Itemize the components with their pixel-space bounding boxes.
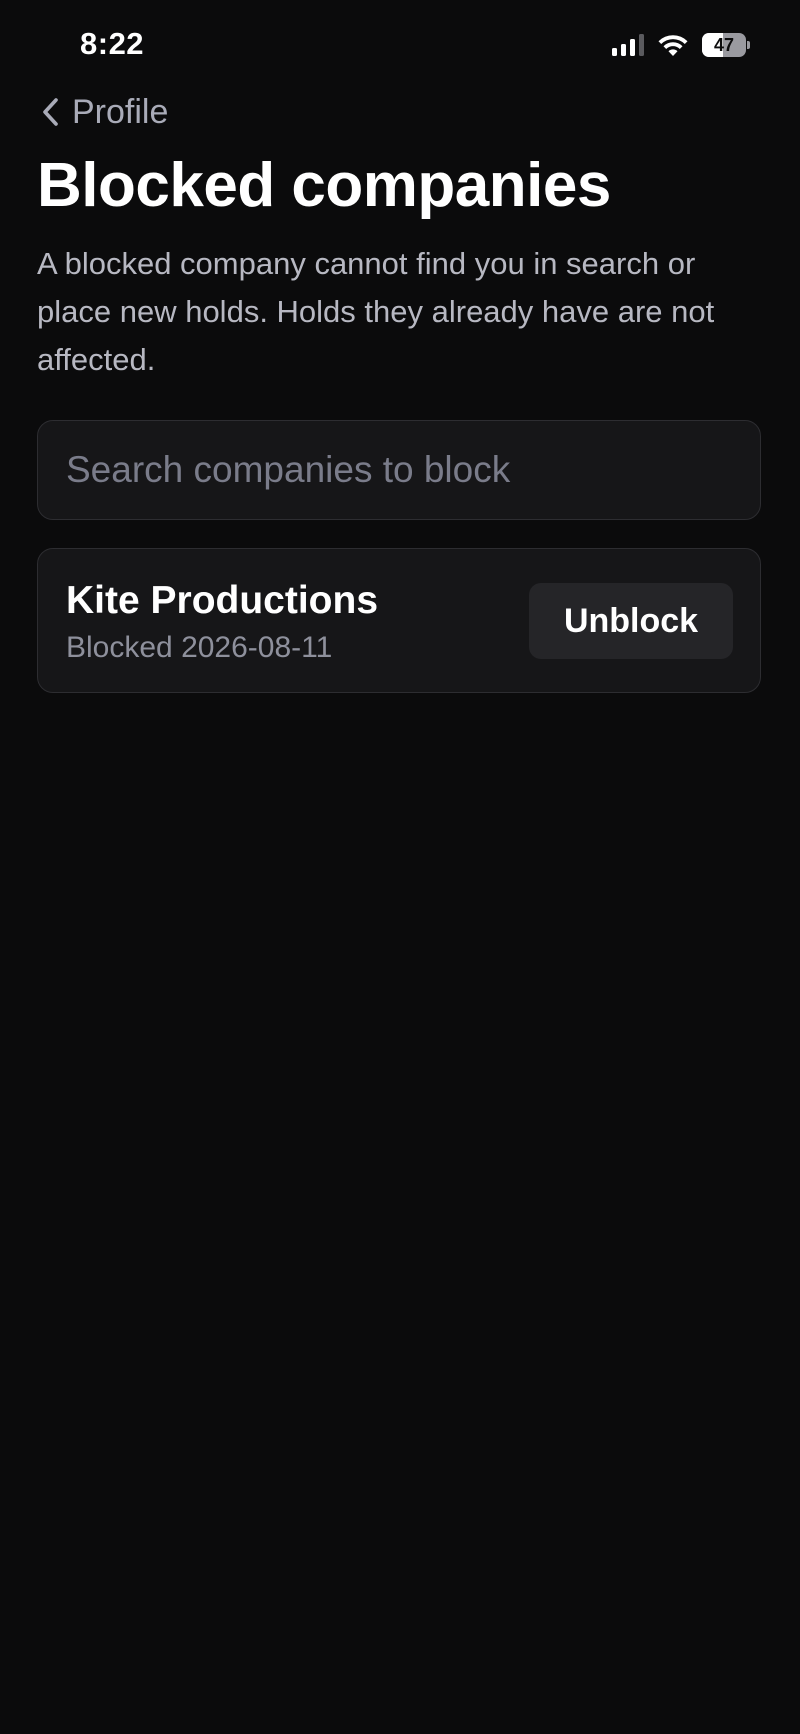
back-label: Profile xyxy=(72,92,169,131)
search-field[interactable] xyxy=(37,420,761,520)
battery-level: 47 xyxy=(713,34,735,55)
search-input[interactable] xyxy=(38,421,760,519)
page-title: Blocked companies xyxy=(37,151,611,220)
status-bar: 8:22 47 xyxy=(0,0,800,90)
blocked-date: Blocked 2026-08-11 xyxy=(66,631,333,664)
company-name: Kite Productions xyxy=(66,579,379,622)
chevron-left-icon xyxy=(43,98,58,126)
unblock-button[interactable]: Unblock xyxy=(529,583,733,659)
page-description: A blocked company cannot find you in sea… xyxy=(37,246,715,377)
back-button[interactable]: Profile xyxy=(40,88,168,136)
status-time: 8:22 xyxy=(80,26,145,61)
wifi-icon xyxy=(658,35,688,56)
blocked-company-card: Kite Productions Blocked 2026-08-11 Unbl… xyxy=(37,548,761,693)
battery-icon: 47 xyxy=(702,33,750,57)
status-icons: 47 xyxy=(612,32,750,58)
cellular-signal-icon xyxy=(612,34,644,56)
